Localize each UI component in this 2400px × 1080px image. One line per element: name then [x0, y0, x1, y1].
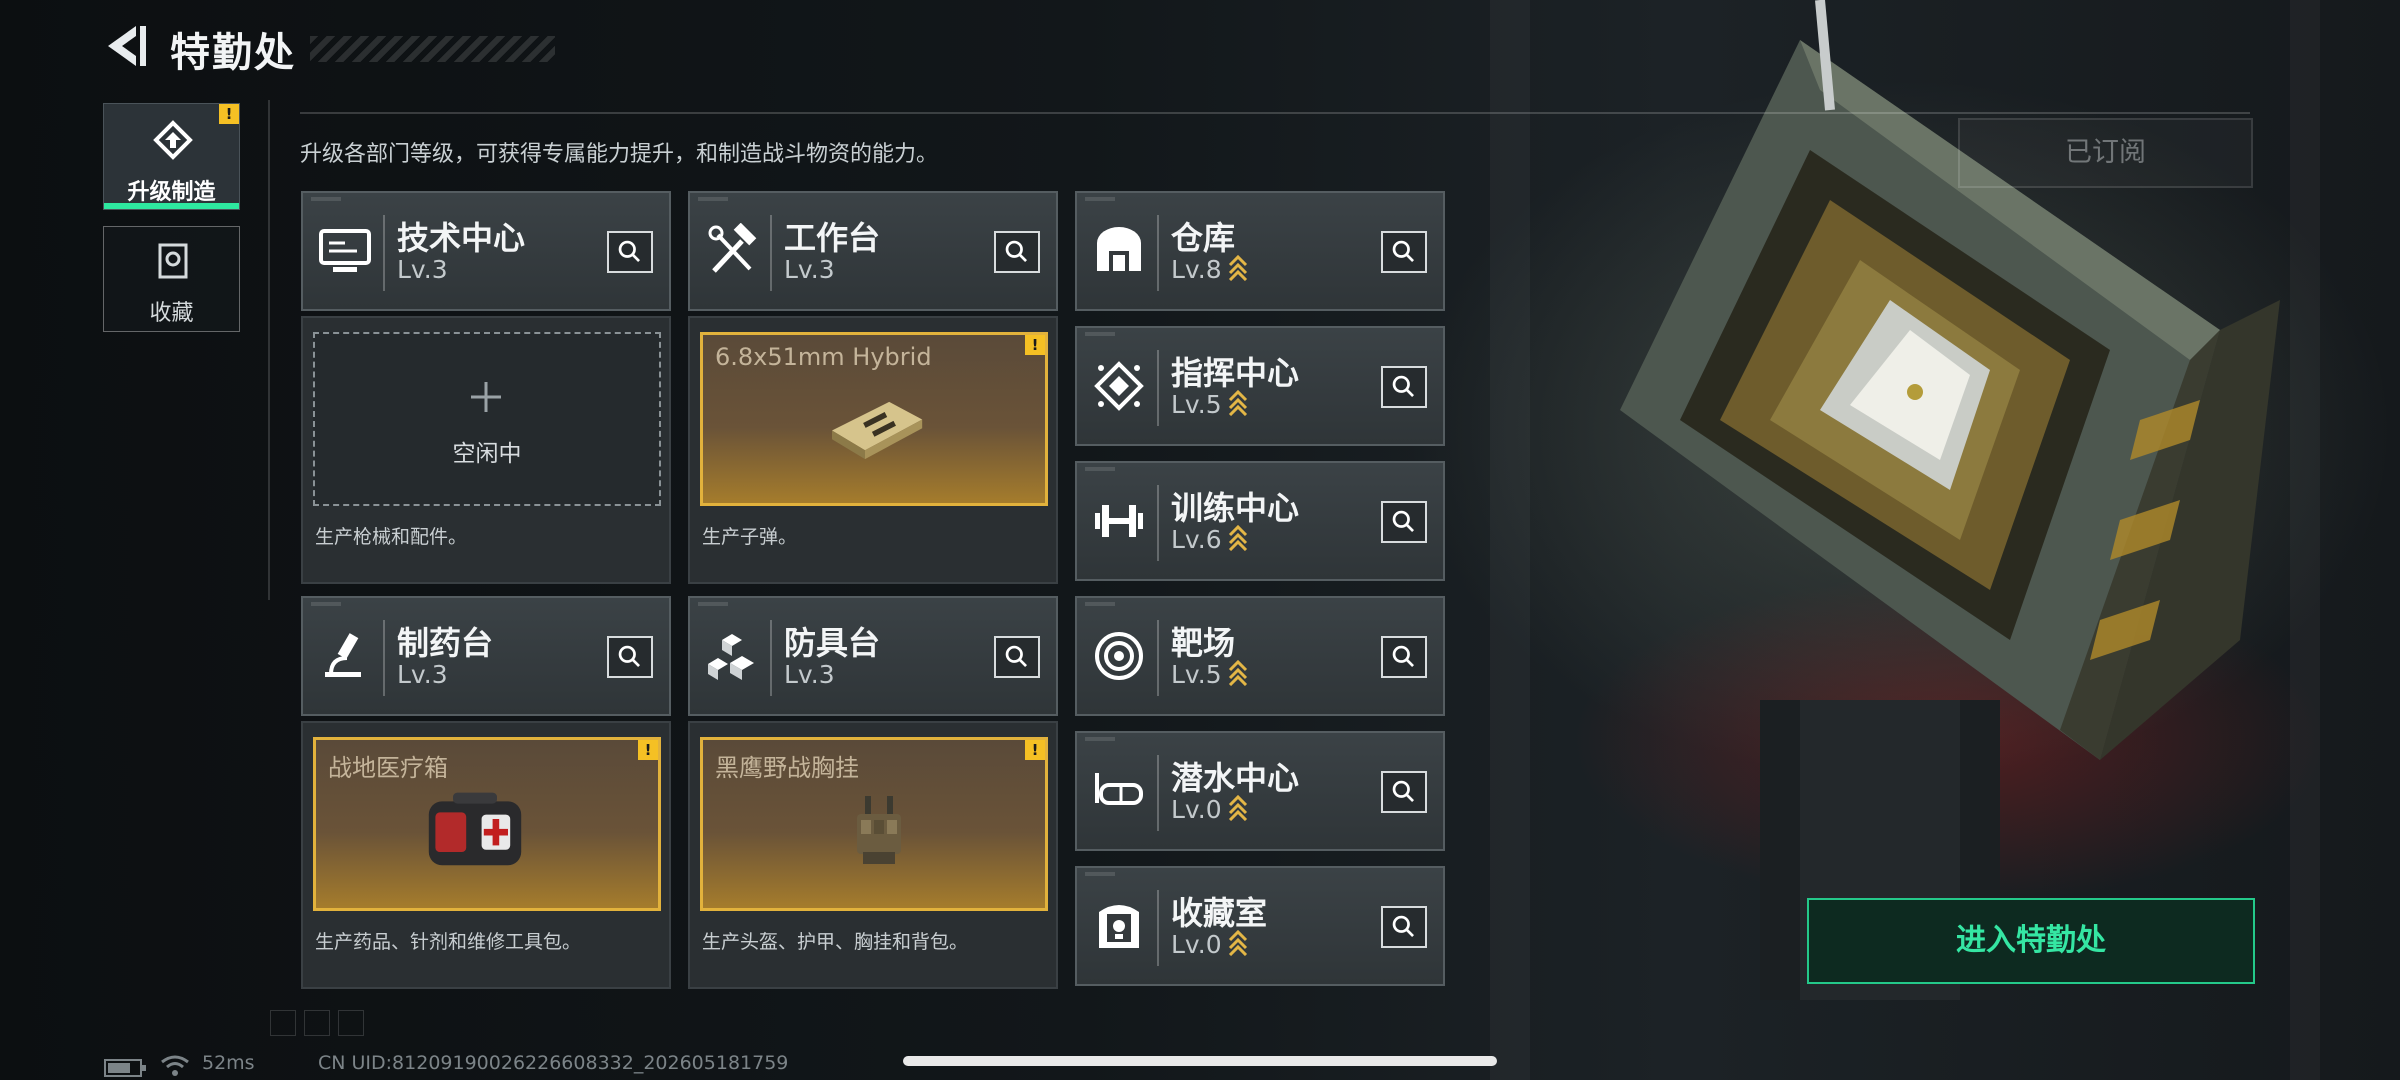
department-level: Lv.3	[397, 660, 448, 689]
diving-mask-icon	[1095, 773, 1143, 805]
warehouse-icon	[1097, 227, 1141, 271]
production-description: 生产头盔、护甲、胸挂和背包。	[702, 931, 969, 953]
decor-square	[270, 1010, 296, 1036]
department-name: 制药台	[397, 624, 494, 662]
medkit-item-image	[428, 792, 522, 866]
dumbbell-icon	[1095, 505, 1143, 537]
user-uid: CN UID:81209190026226608332_202605181759	[318, 1052, 789, 1074]
department-level: Lv.5	[1171, 660, 1222, 689]
production-panel-pharmacy: 战地医疗箱 ! 生产药品、针剂和维修工具包。	[301, 721, 671, 989]
home-indicator[interactable]	[903, 1056, 1497, 1066]
tab-upgrade-craft-label: 升级制造	[127, 180, 216, 205]
search-icon[interactable]	[1381, 501, 1427, 543]
upgrade-chevron-icon	[1228, 929, 1248, 956]
department-level: Lv.3	[784, 255, 835, 284]
department-card-command-center[interactable]: 指挥中心 Lv.5	[1075, 326, 1445, 446]
search-icon[interactable]	[1381, 636, 1427, 678]
production-item-name: 6.8x51mm Hybrid	[715, 343, 932, 371]
production-panel-workbench: 6.8x51mm Hybrid ! 生产子弹。	[688, 316, 1058, 584]
department-card-pharmacy[interactable]: 制药台 Lv.3	[301, 596, 671, 716]
tab-collection[interactable]: 收藏	[103, 226, 240, 332]
ping-readout: 52ms	[202, 1052, 255, 1074]
upgrade-chevron-icon	[1228, 254, 1248, 281]
production-description: 生产子弹。	[702, 526, 798, 548]
search-icon[interactable]	[607, 636, 653, 678]
back-arrow-icon[interactable]	[100, 22, 148, 70]
search-icon[interactable]	[607, 231, 653, 273]
decor-square	[338, 1010, 364, 1036]
production-alert-badge: !	[638, 740, 658, 760]
department-card-warehouse[interactable]: 仓库 Lv.8	[1075, 191, 1445, 311]
page-description: 升级各部门等级，可获得专属能力提升，和制造战斗物资的能力。	[300, 142, 939, 167]
production-panel-armor: 黑鹰野战胸挂 ! 生产头盔、护甲、胸挂和背包。	[688, 721, 1058, 989]
tab-collection-label: 收藏	[149, 301, 194, 326]
ammo-box-item-image	[832, 401, 923, 460]
search-icon[interactable]	[1381, 906, 1427, 948]
side-divider	[268, 100, 270, 600]
production-alert-badge: !	[1025, 335, 1045, 355]
title-decoration	[310, 36, 555, 62]
command-icon	[1094, 361, 1144, 411]
department-card-collection-room[interactable]: 收藏室 Lv.0	[1075, 866, 1445, 986]
production-description: 生产药品、针剂和维修工具包。	[315, 931, 582, 953]
production-slot-chest-rig[interactable]: 黑鹰野战胸挂 !	[700, 737, 1048, 911]
production-description: 生产枪械和配件。	[315, 526, 468, 548]
department-name: 技术中心	[397, 219, 526, 257]
search-icon[interactable]	[1381, 231, 1427, 273]
department-card-shooting-range[interactable]: 靶场 Lv.5	[1075, 596, 1445, 716]
department-name: 仓库	[1171, 219, 1236, 257]
upgrade-chevron-icon	[1228, 794, 1248, 821]
search-icon[interactable]	[1381, 771, 1427, 813]
department-name: 靶场	[1171, 624, 1236, 662]
production-item-name: 黑鹰野战胸挂	[715, 754, 859, 782]
plus-icon	[471, 382, 501, 412]
search-icon[interactable]	[994, 636, 1040, 678]
search-icon[interactable]	[994, 231, 1040, 273]
department-level: Lv.8	[1171, 255, 1222, 284]
upgrade-chevron-icon	[1228, 389, 1248, 416]
production-item-name: 战地医疗箱	[328, 754, 448, 782]
production-panel-tech-center: 空闲中 生产枪械和配件。	[301, 316, 671, 584]
enter-special-ops-button[interactable]: 进入特勤处	[1807, 898, 2255, 984]
department-card-workbench[interactable]: 工作台 Lv.3	[688, 191, 1058, 311]
production-alert-badge: !	[1025, 740, 1045, 760]
department-level: Lv.3	[784, 660, 835, 689]
search-icon[interactable]	[1381, 366, 1427, 408]
upgrade-craft-icon	[153, 120, 193, 160]
blocks-icon	[708, 634, 754, 680]
upgrade-chevron-icon	[1228, 659, 1248, 686]
decor-square	[304, 1010, 330, 1036]
hammer-wrench-icon	[708, 223, 757, 273]
department-level: Lv.0	[1171, 795, 1222, 824]
microscope-icon	[325, 633, 361, 677]
collection-icon	[158, 243, 188, 279]
wifi-icon	[161, 1055, 189, 1076]
department-card-tech-center[interactable]: 技术中心 Lv.3	[301, 191, 671, 311]
chest-rig-item-image	[857, 796, 901, 864]
department-level: Lv.3	[397, 255, 448, 284]
idle-production-slot[interactable]: 空闲中	[313, 332, 661, 506]
department-level: Lv.6	[1171, 525, 1222, 554]
subscribed-button[interactable]: 已订阅	[1958, 118, 2253, 188]
tab-alert-badge: !	[219, 104, 239, 124]
page-title: 特勤处	[170, 30, 296, 76]
production-slot-ammo[interactable]: 6.8x51mm Hybrid !	[700, 332, 1048, 506]
department-level: Lv.0	[1171, 930, 1222, 959]
monitor-icon	[319, 229, 371, 272]
department-card-diving-center[interactable]: 潜水中心 Lv.0	[1075, 731, 1445, 851]
upgrade-chevron-icon	[1228, 524, 1248, 551]
department-name: 工作台	[784, 219, 881, 257]
department-card-training-center[interactable]: 训练中心 Lv.6	[1075, 461, 1445, 581]
department-name: 防具台	[784, 624, 881, 662]
trophy-case-icon	[1099, 905, 1139, 948]
battery-icon	[104, 1059, 146, 1077]
target-icon	[1095, 632, 1143, 680]
header-divider	[300, 112, 2250, 114]
department-name: 收藏室	[1171, 894, 1268, 932]
tab-upgrade-craft[interactable]: 升级制造 !	[103, 103, 240, 210]
department-level: Lv.5	[1171, 390, 1222, 419]
production-slot-medkit[interactable]: 战地医疗箱 !	[313, 737, 661, 911]
department-card-armor[interactable]: 防具台 Lv.3	[688, 596, 1058, 716]
idle-status: 空闲中	[452, 441, 522, 467]
